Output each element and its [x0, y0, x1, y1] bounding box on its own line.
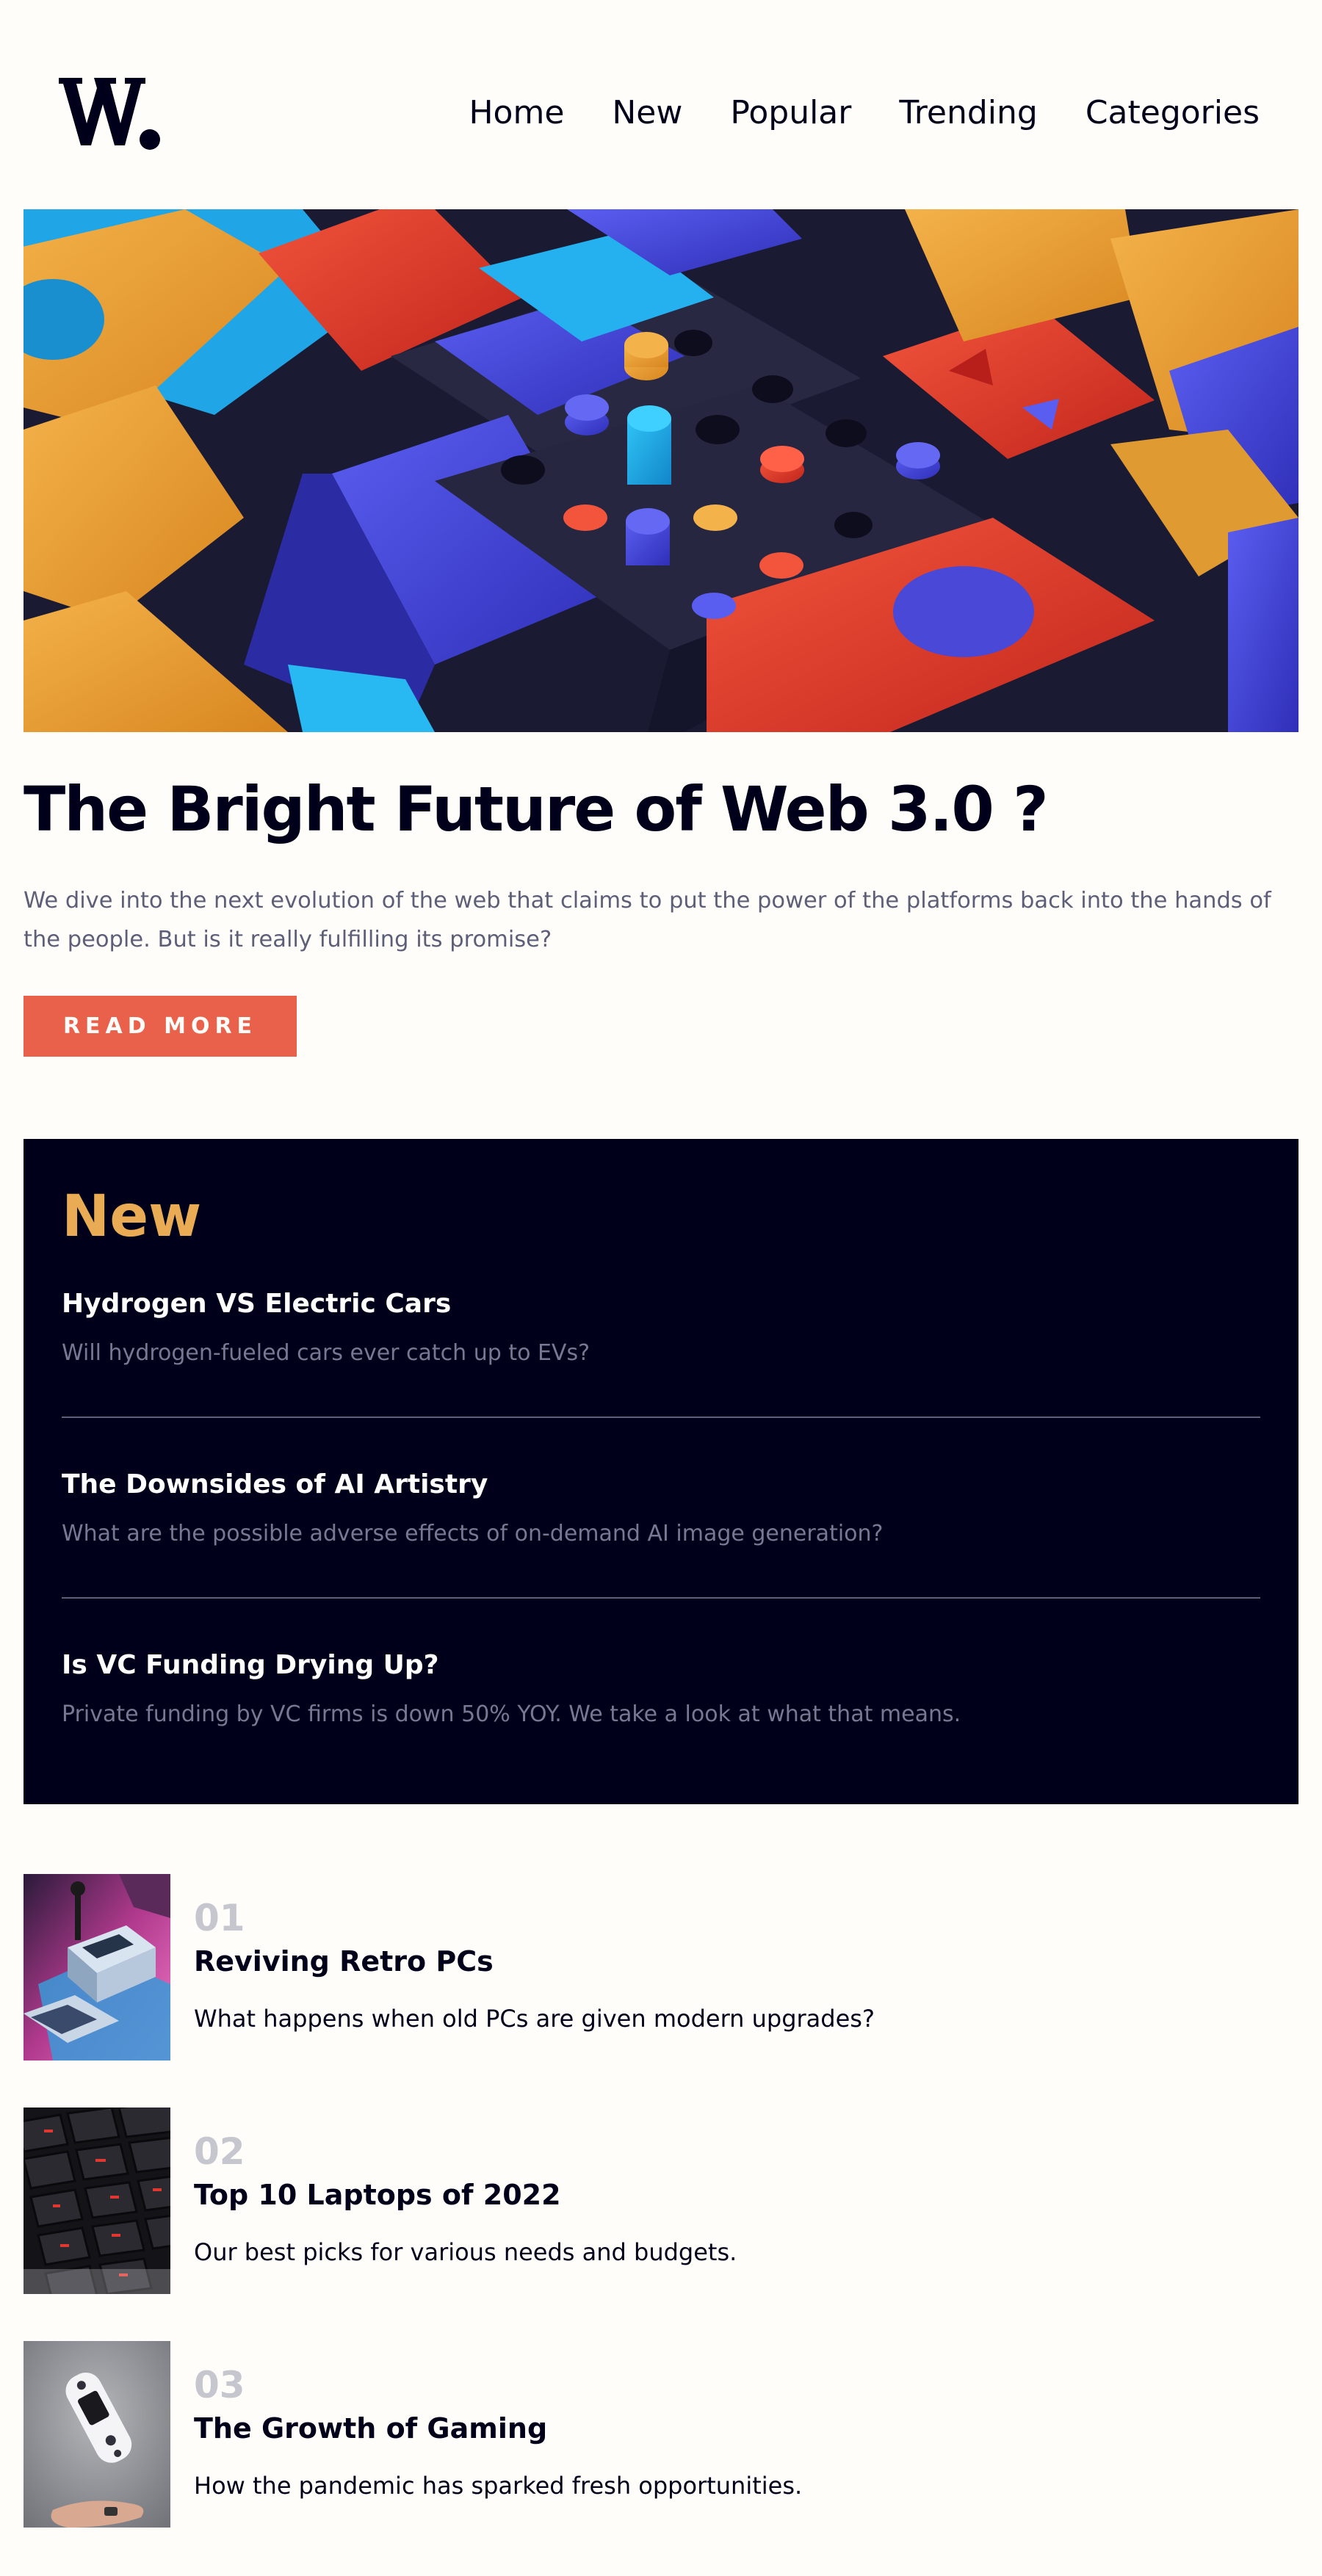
hero-title: The Bright Future of Web 3.0 ?: [24, 773, 1049, 845]
rank-number: 01: [194, 1897, 245, 1939]
site-logo[interactable]: [59, 72, 162, 153]
laptop-keyboard-image[interactable]: [24, 2108, 170, 2294]
new-article-title[interactable]: Hydrogen VS Electric Cars: [62, 1286, 1260, 1323]
new-article-title[interactable]: Is VC Funding Drying Up?: [62, 1647, 1260, 1684]
new-articles-panel: New Hydrogen VS Electric Cars Will hydro…: [24, 1139, 1298, 1804]
ranked-article[interactable]: 02 Top 10 Laptops of 2022 Our best picks…: [24, 2108, 1298, 2294]
nav-home[interactable]: Home: [469, 94, 564, 131]
nav-trending[interactable]: Trending: [899, 94, 1037, 131]
ranked-article[interactable]: 03 The Growth of Gaming How the pandemic…: [24, 2341, 1298, 2528]
divider: [62, 1417, 1260, 1418]
ranked-article-description: What happens when old PCs are given mode…: [194, 2005, 875, 2033]
read-more-button[interactable]: READ MORE: [24, 996, 297, 1057]
main-nav: Home New Popular Trending Categories: [469, 94, 1260, 131]
rank-number: 02: [194, 2130, 245, 2173]
game-controller-image[interactable]: [24, 2341, 170, 2528]
new-article-item[interactable]: The Downsides of AI Artistry What are th…: [62, 1466, 1260, 1546]
new-article-item[interactable]: Hydrogen VS Electric Cars Will hydrogen-…: [62, 1286, 1260, 1366]
new-article-description: Private funding by VC firms is down 50% …: [62, 1701, 961, 1727]
ranked-article-title[interactable]: Reviving Retro PCs: [194, 1943, 494, 1980]
rank-number: 03: [194, 2364, 245, 2406]
ranked-article-description: Our best picks for various needs and bud…: [194, 2238, 737, 2266]
divider: [62, 1597, 1260, 1599]
retro-pc-image[interactable]: [24, 1874, 170, 2061]
hero-image: [24, 209, 1298, 732]
site-header: Home New Popular Trending Categories: [0, 0, 1322, 209]
ranked-article-title[interactable]: The Growth of Gaming: [194, 2410, 547, 2447]
logo-icon: [59, 78, 160, 150]
ranked-article-title[interactable]: Top 10 Laptops of 2022: [194, 2177, 561, 2213]
abstract-3d-blocks-image: [24, 209, 1298, 732]
new-article-description: What are the possible adverse effects of…: [62, 1521, 884, 1546]
nav-popular[interactable]: Popular: [730, 94, 851, 131]
new-section-title: New: [62, 1184, 202, 1250]
ranked-article-description: How the pandemic has sparked fresh oppor…: [194, 2472, 803, 2500]
new-article-title[interactable]: The Downsides of AI Artistry: [62, 1466, 1260, 1503]
nav-new[interactable]: New: [612, 94, 682, 131]
nav-categories[interactable]: Categories: [1086, 94, 1260, 131]
hero-description: We dive into the next evolution of the w…: [24, 888, 1271, 952]
new-article-description: Will hydrogen-fueled cars ever catch up …: [62, 1340, 590, 1366]
new-article-item[interactable]: Is VC Funding Drying Up? Private funding…: [62, 1647, 1260, 1727]
ranked-article[interactable]: 01 Reviving Retro PCs What happens when …: [24, 1874, 1298, 2061]
